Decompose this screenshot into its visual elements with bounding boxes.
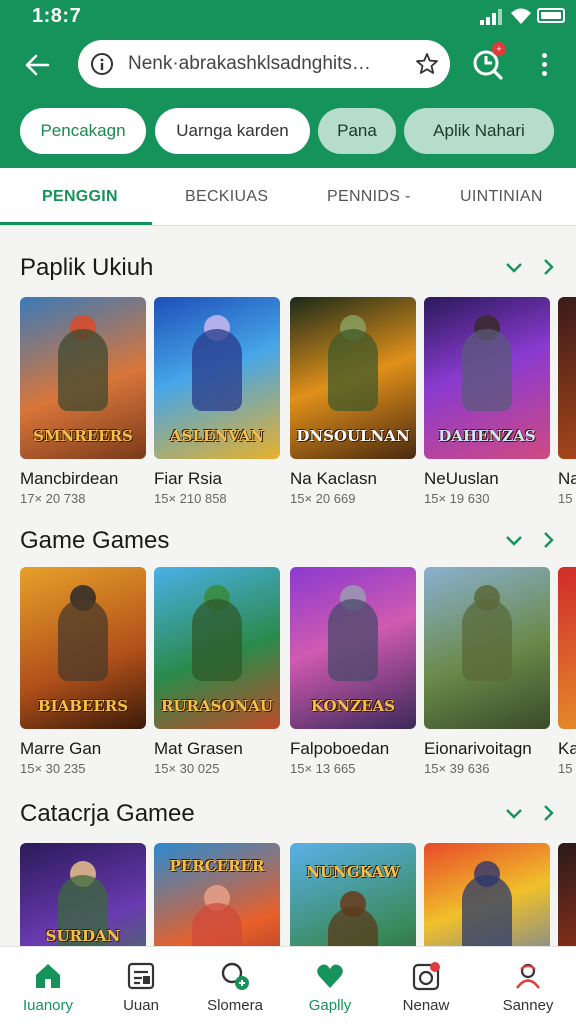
tab-3[interactable]: PENNIDS -	[327, 188, 411, 206]
game-name: NeUuslan	[424, 469, 499, 488]
game-name: Na Kaclasn	[290, 469, 377, 488]
back-arrow-icon[interactable]	[22, 50, 52, 80]
game-card[interactable]: SURDAN	[20, 843, 146, 946]
bottom-navigation: Iuanory Uuan Slomera Gaplly Nenaw Sanney	[0, 946, 576, 1024]
game-meta: 15× 13 665	[290, 761, 356, 776]
chevron-right-icon[interactable]	[541, 804, 555, 822]
game-meta: 17× 20 738	[20, 491, 86, 506]
search-input[interactable]: Nenk·abrakashklsadnghits…	[128, 53, 410, 75]
game-meta: 15× 30 235	[20, 761, 86, 776]
game-cover	[558, 297, 576, 459]
filter-chip-1[interactable]: Pencakagn	[20, 108, 146, 154]
game-card[interactable]: Na 15	[558, 297, 576, 527]
more-options-icon[interactable]	[533, 50, 555, 80]
game-meta: 15× 30 025	[154, 761, 220, 776]
tab-2[interactable]: BECKIUAS	[185, 188, 268, 206]
game-cover: BIABEERS	[20, 567, 146, 729]
wifi-icon	[511, 8, 531, 24]
info-icon	[91, 53, 113, 75]
history-badge: +	[492, 42, 506, 56]
game-meta: 15× 210 858	[154, 491, 227, 506]
chevron-down-icon[interactable]	[505, 806, 523, 820]
game-card[interactable]: PERCERER	[154, 843, 280, 946]
game-meta: 15× 20 669	[290, 491, 356, 506]
app-header: 1:8:7 Nenk·abrakashklsadnghits… + Pencak…	[0, 0, 576, 168]
chevron-right-icon[interactable]	[541, 258, 555, 276]
game-name: Na	[558, 469, 576, 488]
section-title: Paplik Ukiuh	[20, 254, 154, 281]
nav-item-home[interactable]: Iuanory	[0, 947, 96, 1024]
section-title: Game Games	[20, 527, 170, 554]
game-name: Mat Grasen	[154, 739, 243, 758]
status-time: 1:8:7	[32, 5, 82, 27]
game-name: Ka	[558, 739, 576, 758]
search-badge-icon	[221, 962, 249, 990]
nav-item-apps[interactable]: Uuan	[93, 947, 189, 1024]
game-card[interactable]: Ka 15	[558, 567, 576, 797]
chevron-right-icon[interactable]	[541, 531, 555, 549]
nav-item-profile[interactable]: Sanney	[480, 947, 576, 1024]
chevron-down-icon[interactable]	[505, 533, 523, 547]
home-icon	[36, 964, 60, 988]
game-cover	[558, 843, 576, 946]
game-name: Eionarivoitagn	[424, 739, 532, 758]
game-cover: DAHENZAS	[424, 297, 550, 459]
game-cover	[424, 843, 550, 946]
game-meta: 15	[558, 491, 573, 506]
section-title: Catacrja Gamee	[20, 800, 195, 827]
nav-item-notifications[interactable]: Nenaw	[378, 947, 474, 1024]
game-name: Falpoboedan	[290, 739, 390, 758]
battery-icon	[537, 8, 565, 23]
profile-icon	[516, 963, 540, 989]
search-bar[interactable]: Nenk·abrakashklsadnghits…	[78, 40, 450, 88]
game-cover	[424, 567, 550, 729]
game-meta: 15	[558, 761, 573, 776]
chevron-down-icon[interactable]	[505, 260, 523, 274]
game-cover: SMNREERS	[20, 297, 146, 459]
filter-chip-3[interactable]: Pana	[318, 108, 396, 154]
game-cover: KONZEAS	[290, 567, 416, 729]
apps-icon	[127, 962, 155, 990]
filter-chip-4[interactable]: Aplik Nahari	[404, 108, 554, 154]
game-cover: RURASONAU	[154, 567, 280, 729]
signal-icon	[480, 9, 502, 25]
tab-1[interactable]: PENGGIN	[42, 188, 118, 206]
star-icon[interactable]	[415, 52, 439, 76]
heart-icon	[317, 964, 343, 988]
game-name: Fiar Rsia	[154, 469, 223, 488]
game-cover: PERCERER	[154, 843, 280, 946]
category-tabs: PENGGIN BECKIUAS PENNIDS - UINTINIAN	[0, 168, 576, 226]
game-cover: DNSOULNAN	[290, 297, 416, 459]
status-bar: 1:8:7	[0, 0, 576, 34]
game-name: Marre Gan	[20, 739, 102, 758]
notification-icon	[412, 962, 440, 991]
game-cover	[558, 567, 576, 729]
game-card[interactable]: NUNGKAW	[290, 843, 416, 946]
game-cover: NUNGKAW	[290, 843, 416, 946]
game-cover: SURDAN	[20, 843, 146, 946]
nav-item-search[interactable]: Slomera	[187, 947, 283, 1024]
tab-4[interactable]: UINTINIAN	[460, 188, 543, 206]
game-cover: ASLENVAN	[154, 297, 280, 459]
filter-chip-2[interactable]: Uarnga karden	[155, 108, 310, 154]
game-card[interactable]	[424, 843, 550, 946]
nav-item-favorites[interactable]: Gaplly	[282, 947, 378, 1024]
active-tab-indicator	[0, 222, 152, 225]
game-name: Mancbirdean	[20, 469, 119, 488]
game-meta: 15× 19 630	[424, 491, 490, 506]
game-meta: 15× 39 636	[424, 761, 490, 776]
game-card[interactable]	[558, 843, 576, 946]
